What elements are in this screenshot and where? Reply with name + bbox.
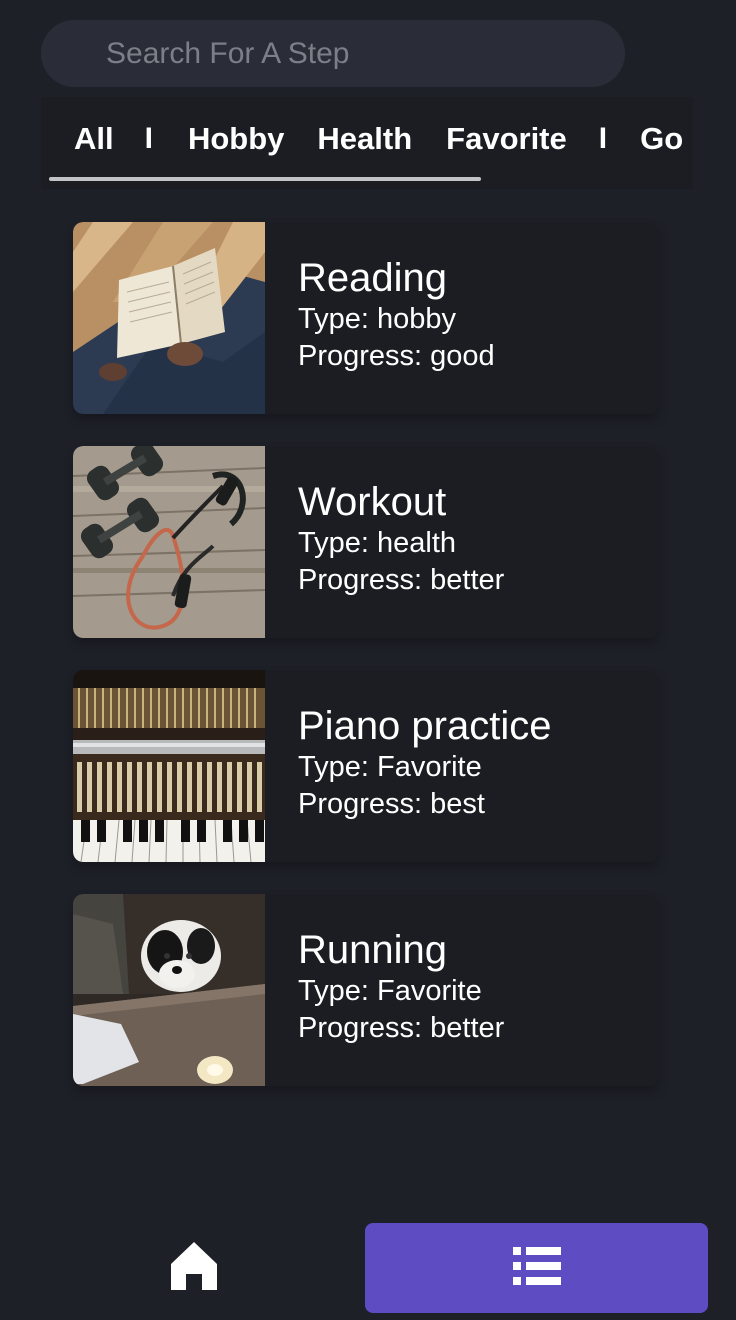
step-card-text: Workout Type: health Progress: better <box>265 446 504 638</box>
tab-separator: I <box>144 122 153 155</box>
tab-hobby[interactable]: Hobby <box>188 121 284 157</box>
list-icon <box>512 1246 561 1290</box>
tabs-row: All I Hobby Health Favorite I Go <box>41 97 683 181</box>
app-screen: All I Hobby Health Favorite I Go <box>0 0 736 1320</box>
tab-favorite[interactable]: Favorite <box>446 121 567 157</box>
step-type: Type: Favorite <box>298 975 482 1007</box>
home-icon <box>169 1240 219 1297</box>
step-card-text: Reading Type: hobby Progress: good <box>265 222 495 414</box>
category-tabs: All I Hobby Health Favorite I Go <box>41 97 693 189</box>
search-input[interactable] <box>41 20 625 87</box>
nav-home-button[interactable] <box>130 1224 258 1312</box>
step-title: Workout <box>298 480 447 524</box>
step-progress: Progress: better <box>298 564 505 596</box>
step-progress: Progress: best <box>298 788 485 820</box>
step-card-text: Running Type: Favorite Progress: better <box>265 894 504 1086</box>
tab-all[interactable]: All <box>74 121 114 157</box>
workout-photo <box>73 446 265 638</box>
piano-photo <box>73 670 265 862</box>
step-card-workout[interactable]: Workout Type: health Progress: better <box>73 446 659 638</box>
tabs-scroll-indicator[interactable] <box>49 177 481 181</box>
step-card-running[interactable]: Running Type: Favorite Progress: better <box>73 894 659 1086</box>
search-bar[interactable] <box>41 20 625 87</box>
tab-separator: I <box>598 122 608 155</box>
step-progress: Progress: good <box>298 340 495 372</box>
step-progress: Progress: better <box>298 1012 505 1044</box>
step-title: Piano practice <box>298 704 552 748</box>
step-type: Type: hobby <box>298 303 456 335</box>
step-type: Type: health <box>298 527 456 559</box>
step-card-text: Piano practice Type: Favorite Progress: … <box>265 670 551 862</box>
tab-go[interactable]: Go <box>640 121 683 157</box>
step-title: Running <box>298 928 448 972</box>
step-type: Type: Favorite <box>298 751 482 783</box>
nav-list-button[interactable] <box>365 1223 708 1313</box>
step-card-reading[interactable]: Reading Type: hobby Progress: good <box>73 222 659 414</box>
dog-photo <box>73 894 265 1086</box>
step-title: Reading <box>298 256 448 300</box>
tab-health[interactable]: Health <box>317 121 412 157</box>
step-card-piano-practice[interactable]: Piano practice Type: Favorite Progress: … <box>73 670 659 862</box>
reading-photo <box>73 222 265 414</box>
